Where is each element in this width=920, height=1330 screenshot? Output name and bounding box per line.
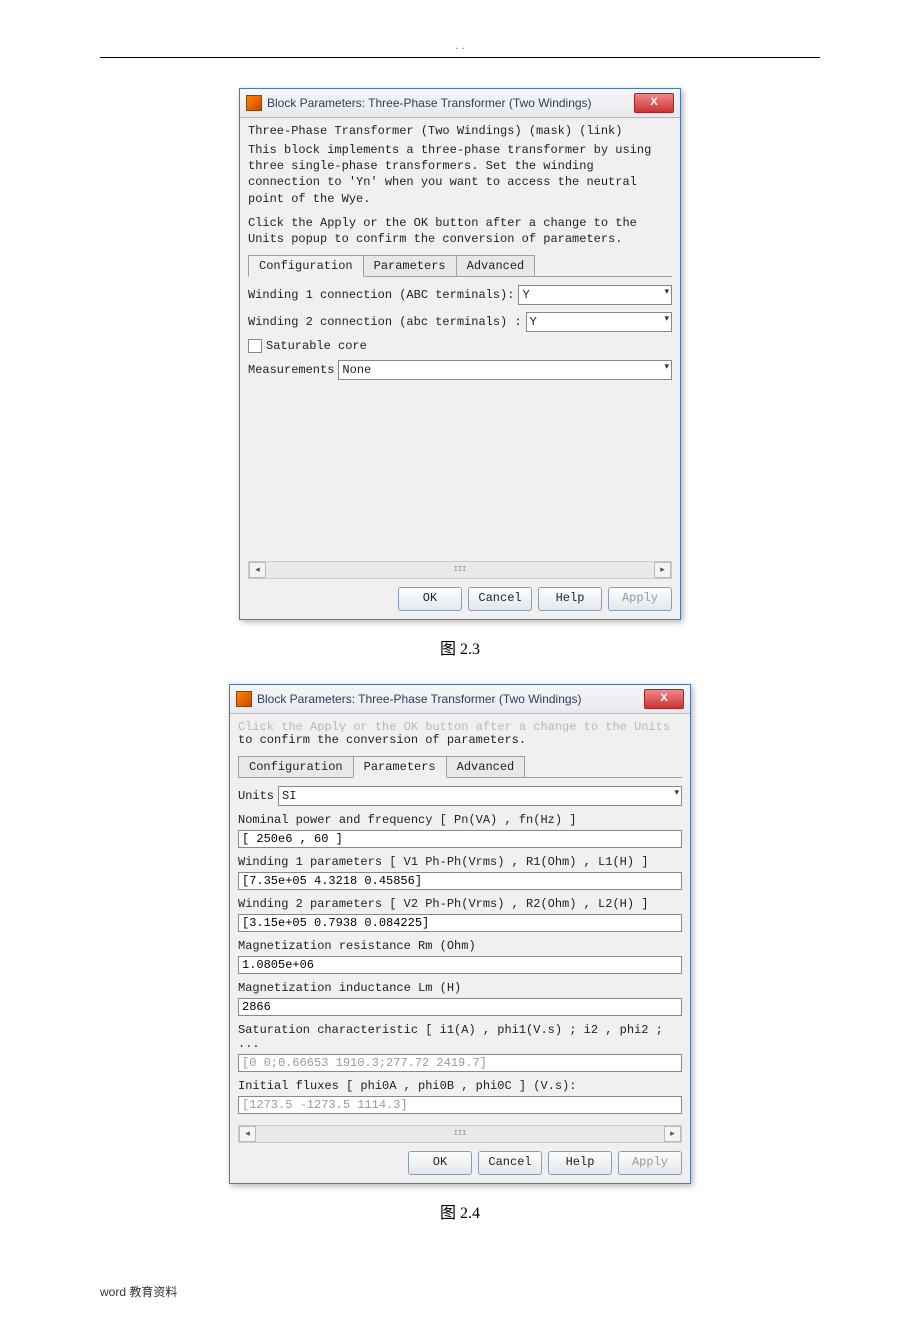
winding1-params-input[interactable] bbox=[238, 872, 682, 890]
winding1-label: Winding 1 connection (ABC terminals): bbox=[248, 288, 514, 302]
measurements-select[interactable]: None bbox=[338, 360, 672, 380]
dialog-title: Block Parameters: Three-Phase Transforme… bbox=[267, 96, 634, 110]
winding1-params-label: Winding 1 parameters [ V1 Ph-Ph(Vrms) , … bbox=[238, 855, 682, 869]
titlebar: Block Parameters: Three-Phase Transforme… bbox=[230, 685, 690, 714]
scroll-right-icon[interactable]: ▸ bbox=[664, 1126, 681, 1142]
initial-fluxes-label: Initial fluxes [ phi0A , phi0B , phi0C ]… bbox=[238, 1079, 682, 1093]
tab-parameters[interactable]: Parameters bbox=[353, 756, 447, 778]
winding2-label: Winding 2 connection (abc terminals) : bbox=[248, 315, 522, 329]
block-description-1: This block implements a three-phase tran… bbox=[248, 142, 672, 207]
truncated-text: Click the Apply or the OK button after a… bbox=[238, 720, 682, 732]
units-label: Units bbox=[238, 789, 274, 803]
apply-button[interactable]: Apply bbox=[618, 1151, 682, 1175]
measurements-label: Measurements bbox=[248, 363, 334, 377]
lm-label: Magnetization inductance Lm (H) bbox=[238, 981, 682, 995]
block-description-2: to confirm the conversion of parameters. bbox=[238, 732, 682, 748]
mask-link-line: Three-Phase Transformer (Two Windings) (… bbox=[248, 124, 672, 138]
winding2-params-input[interactable] bbox=[238, 914, 682, 932]
ok-button[interactable]: OK bbox=[398, 587, 462, 611]
page-marker: . . bbox=[100, 40, 820, 52]
app-icon bbox=[236, 691, 252, 707]
winding2-value: Y bbox=[530, 315, 537, 329]
initial-fluxes-input[interactable] bbox=[238, 1096, 682, 1114]
rm-label: Magnetization resistance Rm (Ohm) bbox=[238, 939, 682, 953]
tab-configuration[interactable]: Configuration bbox=[248, 255, 364, 277]
help-button[interactable]: Help bbox=[538, 587, 602, 611]
horizontal-scrollbar[interactable]: ◂ III ▸ bbox=[238, 1125, 682, 1143]
tab-bar: Configuration Parameters Advanced bbox=[248, 255, 672, 277]
help-button[interactable]: Help bbox=[548, 1151, 612, 1175]
tab-advanced[interactable]: Advanced bbox=[456, 255, 536, 276]
units-select[interactable]: SI bbox=[278, 786, 682, 806]
page-footer: word 教育资料 bbox=[100, 1283, 820, 1300]
winding1-select[interactable]: Y bbox=[518, 285, 672, 305]
saturable-label: Saturable core bbox=[266, 339, 367, 353]
winding1-value: Y bbox=[522, 288, 529, 302]
nominal-input[interactable] bbox=[238, 830, 682, 848]
close-button[interactable]: X bbox=[644, 689, 684, 709]
winding2-select[interactable]: Y bbox=[526, 312, 672, 332]
saturation-input[interactable] bbox=[238, 1054, 682, 1072]
titlebar: Block Parameters: Three-Phase Transforme… bbox=[240, 89, 680, 118]
scroll-left-icon[interactable]: ◂ bbox=[249, 562, 266, 578]
scroll-track[interactable]: III bbox=[256, 1130, 664, 1138]
cancel-button[interactable]: Cancel bbox=[468, 587, 532, 611]
block-description-2: Click the Apply or the OK button after a… bbox=[248, 215, 672, 247]
dialog-params: Block Parameters: Three-Phase Transforme… bbox=[229, 684, 691, 1184]
scroll-track[interactable]: III bbox=[266, 566, 654, 574]
units-value: SI bbox=[282, 789, 296, 803]
scroll-left-icon[interactable]: ◂ bbox=[239, 1126, 256, 1142]
figure-caption-2: 图 2.4 bbox=[100, 1199, 820, 1223]
lm-input[interactable] bbox=[238, 998, 682, 1016]
measurements-value: None bbox=[342, 363, 371, 377]
nominal-label: Nominal power and frequency [ Pn(VA) , f… bbox=[238, 813, 682, 827]
scroll-right-icon[interactable]: ▸ bbox=[654, 562, 671, 578]
app-icon bbox=[246, 95, 262, 111]
saturation-label: Saturation characteristic [ i1(A) , phi1… bbox=[238, 1023, 682, 1051]
tab-configuration[interactable]: Configuration bbox=[238, 756, 354, 777]
dialog-title: Block Parameters: Three-Phase Transforme… bbox=[257, 692, 644, 706]
tab-bar: Configuration Parameters Advanced bbox=[238, 756, 682, 778]
horizontal-scrollbar[interactable]: ◂ III ▸ bbox=[248, 561, 672, 579]
winding2-params-label: Winding 2 parameters [ V2 Ph-Ph(Vrms) , … bbox=[238, 897, 682, 911]
rm-input[interactable] bbox=[238, 956, 682, 974]
ok-button[interactable]: OK bbox=[408, 1151, 472, 1175]
saturable-checkbox[interactable] bbox=[248, 339, 262, 353]
apply-button[interactable]: Apply bbox=[608, 587, 672, 611]
close-button[interactable]: X bbox=[634, 93, 674, 113]
tab-parameters[interactable]: Parameters bbox=[363, 255, 457, 276]
figure-caption-1: 图 2.3 bbox=[100, 635, 820, 659]
cancel-button[interactable]: Cancel bbox=[478, 1151, 542, 1175]
header-rule bbox=[100, 57, 820, 58]
dialog-config: Block Parameters: Three-Phase Transforme… bbox=[239, 88, 681, 620]
tab-advanced[interactable]: Advanced bbox=[446, 756, 526, 777]
